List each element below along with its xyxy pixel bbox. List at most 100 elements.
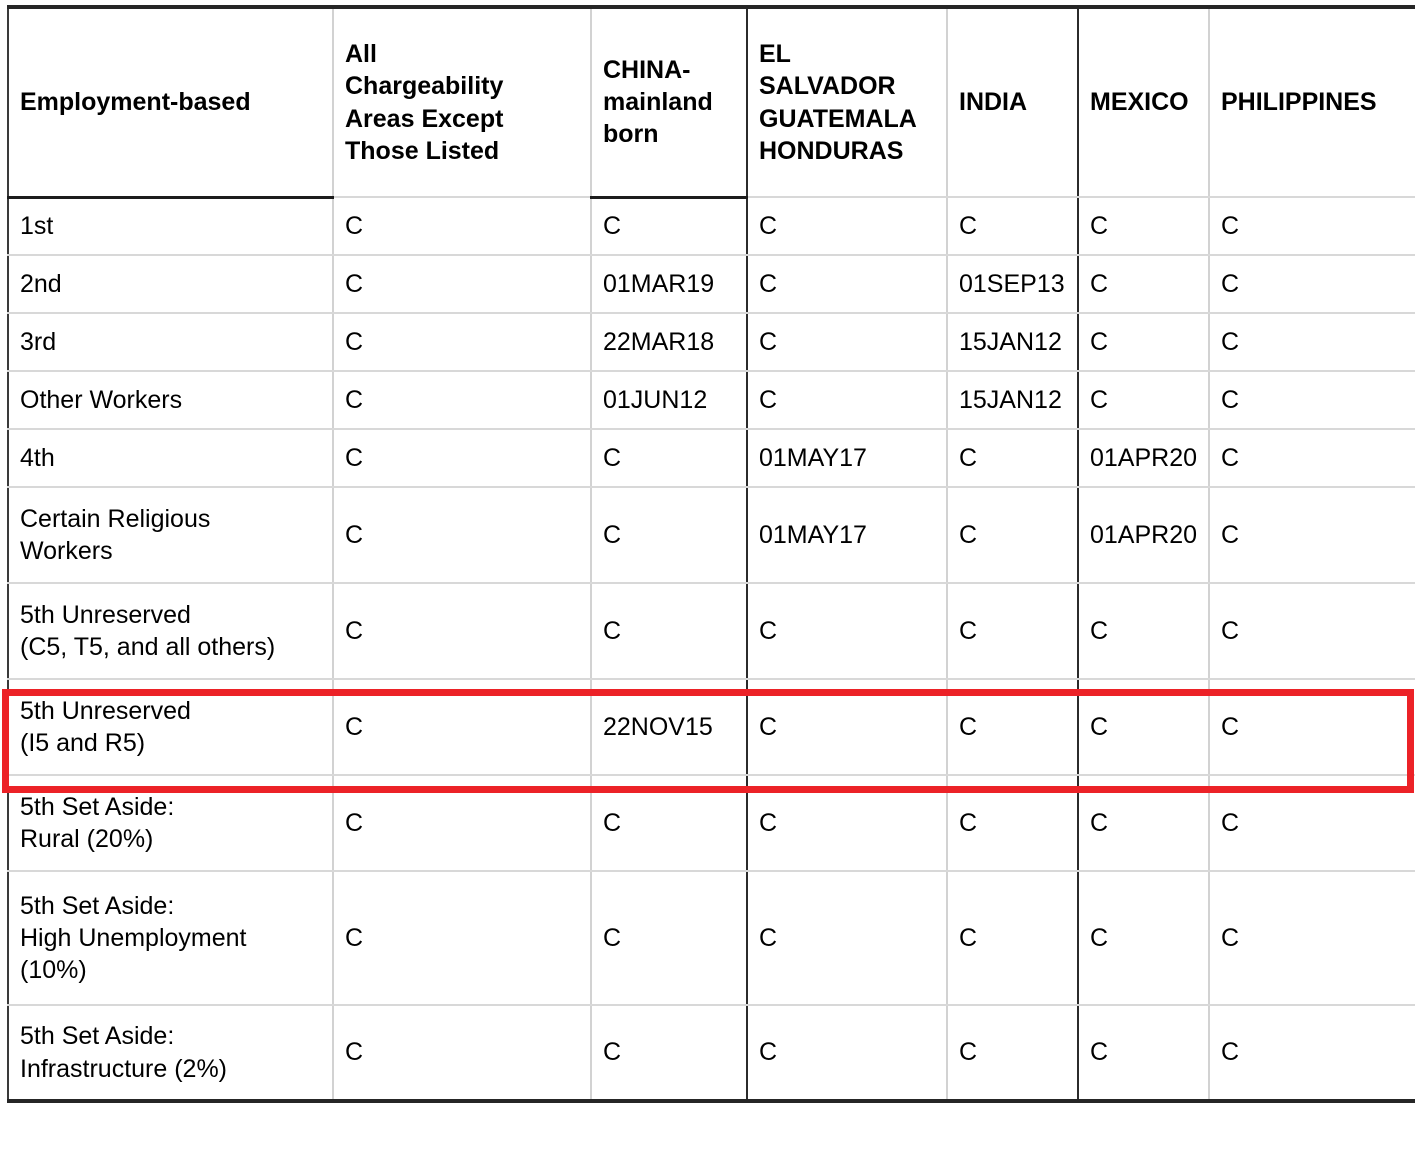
row-category-label: 5th Unreserved (C5, T5, and all others): [8, 583, 334, 680]
cell-final-action-date: 01JUN12: [591, 371, 748, 430]
cell-final-action-date: C: [747, 1005, 948, 1101]
cell-final-action-date: C: [591, 775, 748, 872]
cell-final-action-date: C: [333, 1005, 592, 1101]
cell-final-action-date: 01MAY17: [747, 429, 948, 488]
cell-final-action-date: 01SEP13: [947, 255, 1079, 314]
cell-final-action-date: C: [947, 775, 1079, 872]
cell-final-action-date: C: [947, 197, 1079, 256]
cell-final-action-date: C: [747, 197, 948, 256]
cell-final-action-date: C: [1209, 197, 1415, 256]
table-row: 5th Unreserved (C5, T5, and all others) C…: [8, 583, 1415, 680]
table-row: 5th Set Aside: High Unemployment (10%) C C…: [8, 871, 1415, 1006]
row-category-label: 2nd: [8, 255, 334, 314]
employment-based-visa-table: Employment-based All Chargeability Areas…: [7, 5, 1415, 1103]
cell-final-action-date: C: [333, 775, 592, 872]
cell-final-action-date: C: [747, 871, 948, 1006]
cell-final-action-date: C: [333, 679, 592, 776]
cell-final-action-date: 01APR20: [1078, 429, 1210, 488]
table-row: 5th Unreserved (I5 and R5) C 22NOV15 C C C C: [8, 679, 1415, 776]
cell-final-action-date: C: [1209, 429, 1415, 488]
table-row: 4th C C 01MAY17 C 01APR20 C: [8, 429, 1415, 488]
cell-final-action-date: C: [747, 371, 948, 430]
column-header-el-salvador-guatemala-honduras: EL SALVADOR GUATEMALA HONDURAS: [747, 7, 948, 198]
cell-final-action-date: C: [947, 583, 1079, 680]
row-category-label: 1st: [8, 197, 334, 256]
row-category-label: 5th Unreserved (I5 and R5): [8, 679, 334, 776]
cell-final-action-date: C: [1209, 775, 1415, 872]
cell-final-action-date: C: [1209, 371, 1415, 430]
table-body: 1st C C C C C C 2nd C 01MAR19 C 01SEP13 C C 3rd C 22MAR1…: [8, 197, 1415, 1101]
row-category-label: Certain Religious Workers: [8, 487, 334, 584]
cell-final-action-date: C: [591, 197, 748, 256]
cell-final-action-date: C: [1078, 583, 1210, 680]
cell-final-action-date: 22MAR18: [591, 313, 748, 372]
cell-final-action-date: C: [1209, 1005, 1415, 1101]
cell-final-action-date: C: [1078, 255, 1210, 314]
table-row: Certain Religious Workers C C 01MAY17 C 01APR…: [8, 487, 1415, 584]
row-category-label: Other Workers: [8, 371, 334, 430]
table-row: 5th Set Aside: Infrastructure (2%) C C C C C C: [8, 1005, 1415, 1101]
cell-final-action-date: C: [1209, 313, 1415, 372]
cell-final-action-date: C: [1209, 679, 1415, 776]
cell-final-action-date: C: [1078, 197, 1210, 256]
table-header-row: Employment-based All Chargeability Areas…: [8, 7, 1415, 199]
cell-final-action-date: C: [747, 583, 948, 680]
cell-final-action-date: C: [591, 871, 748, 1006]
cell-final-action-date: C: [591, 583, 748, 680]
cell-final-action-date: C: [947, 679, 1079, 776]
cell-final-action-date: C: [1078, 1005, 1210, 1101]
visa-bulletin-table-container: Employment-based All Chargeability Areas…: [0, 0, 1418, 1150]
cell-final-action-date: C: [747, 255, 948, 314]
column-header-philippines: PHILIPPINES: [1209, 7, 1415, 198]
cell-final-action-date: C: [591, 1005, 748, 1101]
cell-final-action-date: C: [333, 371, 592, 430]
column-header-employment-based: Employment-based: [8, 7, 334, 199]
cell-final-action-date: C: [1209, 255, 1415, 314]
column-header-india: INDIA: [947, 7, 1079, 198]
cell-final-action-date: C: [1209, 871, 1415, 1006]
table-row: 2nd C 01MAR19 C 01SEP13 C C: [8, 255, 1415, 314]
cell-final-action-date: C: [1078, 313, 1210, 372]
table-header: Employment-based All Chargeability Areas…: [8, 7, 1415, 199]
cell-final-action-date: C: [947, 429, 1079, 488]
cell-final-action-date: 15JAN12: [947, 371, 1079, 430]
cell-final-action-date: 01APR20: [1078, 487, 1210, 584]
cell-final-action-date: C: [1078, 679, 1210, 776]
cell-final-action-date: C: [747, 313, 948, 372]
row-category-label: 3rd: [8, 313, 334, 372]
table-row: 3rd C 22MAR18 C 15JAN12 C C: [8, 313, 1415, 372]
cell-final-action-date: C: [591, 487, 748, 584]
column-header-all-chargeability-areas: All Chargeability Areas Except Those Lis…: [333, 7, 592, 198]
cell-final-action-date: C: [947, 1005, 1079, 1101]
row-category-label: 4th: [8, 429, 334, 488]
table-row: Other Workers C 01JUN12 C 15JAN12 C C: [8, 371, 1415, 430]
cell-final-action-date: C: [747, 679, 948, 776]
cell-final-action-date: C: [947, 871, 1079, 1006]
cell-final-action-date: C: [1209, 583, 1415, 680]
row-category-label: 5th Set Aside: Rural (20%): [8, 775, 334, 872]
table-row: 5th Set Aside: Rural (20%) C C C C C C: [8, 775, 1415, 872]
cell-final-action-date: C: [333, 197, 592, 256]
cell-final-action-date: C: [947, 487, 1079, 584]
cell-final-action-date: 22NOV15: [591, 679, 748, 776]
row-category-label: 5th Set Aside: Infrastructure (2%): [8, 1005, 334, 1101]
cell-final-action-date: 15JAN12: [947, 313, 1079, 372]
column-header-china-mainland-born: CHINA- mainland born: [591, 7, 748, 199]
cell-final-action-date: C: [1078, 775, 1210, 872]
cell-final-action-date: C: [1078, 371, 1210, 430]
cell-final-action-date: C: [747, 775, 948, 872]
row-category-label: 5th Set Aside: High Unemployment (10%): [8, 871, 334, 1006]
cell-final-action-date: C: [1209, 487, 1415, 584]
column-header-mexico: MEXICO: [1078, 7, 1210, 198]
cell-final-action-date: C: [333, 429, 592, 488]
table-row: 1st C C C C C C: [8, 197, 1415, 256]
cell-final-action-date: C: [333, 487, 592, 584]
cell-final-action-date: C: [591, 429, 748, 488]
cell-final-action-date: C: [333, 313, 592, 372]
cell-final-action-date: 01MAY17: [747, 487, 948, 584]
cell-final-action-date: C: [333, 583, 592, 680]
cell-final-action-date: C: [333, 255, 592, 314]
cell-final-action-date: C: [333, 871, 592, 1006]
cell-final-action-date: 01MAR19: [591, 255, 748, 314]
cell-final-action-date: C: [1078, 871, 1210, 1006]
